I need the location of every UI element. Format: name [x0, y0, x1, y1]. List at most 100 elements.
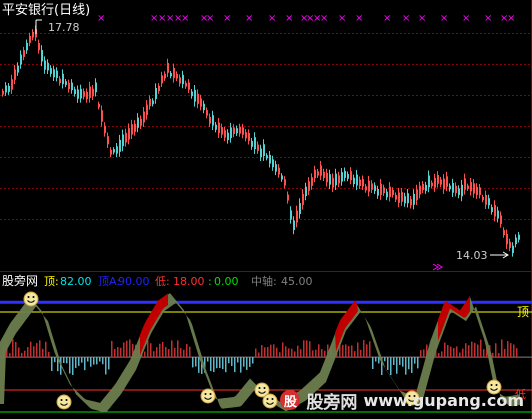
histogram-bar — [294, 351, 296, 358]
candle-body — [101, 110, 103, 122]
candle-body — [161, 75, 163, 84]
candle-body — [158, 85, 160, 92]
legend-ding-label: 顶: — [44, 275, 59, 288]
candle-body — [464, 178, 466, 190]
histogram-bar — [441, 351, 443, 358]
candle-body — [296, 210, 298, 223]
histogram-bar — [78, 357, 80, 366]
candle-body — [509, 241, 511, 249]
candle-body — [230, 127, 232, 139]
legend-ding-a: 顶A: 90.00 — [98, 275, 150, 288]
histogram-bar — [315, 349, 317, 358]
histogram-bar — [423, 349, 425, 358]
histogram-bar — [411, 357, 413, 373]
sell-marker: × — [268, 13, 276, 24]
histogram-bar — [450, 346, 452, 358]
histogram-bar — [354, 351, 356, 358]
candle-body — [512, 245, 514, 254]
candle-body — [146, 104, 148, 116]
histogram-bar — [399, 357, 401, 365]
candle-body — [290, 210, 292, 220]
candle-body — [254, 137, 256, 150]
histogram-bar — [105, 357, 107, 375]
histogram-bar — [351, 345, 353, 358]
histogram-bar — [300, 349, 302, 358]
candle-body — [143, 111, 145, 123]
candle-body — [419, 185, 421, 195]
histogram-bar — [492, 352, 494, 358]
sell-marker: × — [484, 13, 492, 24]
candle-body — [320, 165, 322, 176]
histogram-bar — [273, 344, 275, 358]
sell-marker: × — [223, 13, 231, 24]
candle-body — [38, 42, 40, 51]
histogram-bar — [75, 357, 77, 369]
candle-body — [359, 179, 361, 187]
histogram-bar — [156, 347, 158, 358]
candle-body — [20, 54, 22, 65]
candle-body — [302, 193, 304, 205]
histogram-bar — [249, 357, 251, 367]
low-price-label: 14.03 — [456, 249, 488, 262]
candle-body — [350, 171, 352, 181]
histogram-bar — [510, 343, 512, 358]
candle-body — [92, 88, 94, 97]
histogram-bar — [393, 357, 395, 365]
histogram-bar — [72, 357, 74, 375]
histogram-bar — [498, 353, 500, 358]
candle-body — [488, 198, 490, 206]
candle-body — [452, 182, 454, 193]
candle-body — [422, 183, 424, 191]
histogram-bar — [24, 350, 26, 358]
histogram-bar — [357, 342, 359, 358]
histogram-bar — [363, 340, 365, 358]
candle-body — [404, 196, 406, 204]
scroll-right-icon[interactable] — [432, 263, 443, 271]
histogram-bar — [342, 344, 344, 358]
histogram-bar — [267, 347, 269, 358]
histogram-bar — [123, 342, 125, 358]
candle-body — [185, 82, 187, 87]
histogram-bar — [33, 346, 35, 358]
candle-body — [14, 69, 16, 80]
histogram-bar — [276, 347, 278, 358]
histogram-bar — [309, 341, 311, 358]
legend-ding: 顶: 82.00 — [44, 275, 92, 288]
candle-body — [449, 185, 451, 190]
candle-body — [251, 140, 253, 147]
histogram-bar — [36, 343, 38, 358]
legend-zero-label: : — [208, 275, 212, 288]
candle-body — [257, 144, 259, 151]
histogram-bar — [150, 343, 152, 358]
histogram-bar — [387, 357, 389, 371]
candle-body — [182, 74, 184, 85]
sell-marker: × — [206, 13, 214, 24]
histogram-bar — [126, 340, 128, 358]
histogram-bar — [99, 357, 101, 362]
sell-marker: × — [320, 13, 328, 24]
histogram-bar — [471, 341, 473, 358]
candle-body — [305, 186, 307, 197]
sell-marker: × — [245, 13, 253, 24]
histogram-bar — [81, 357, 83, 363]
histogram-bar — [183, 349, 185, 358]
high-price-label: 17.78 — [48, 21, 80, 34]
top-side-label: 顶 — [517, 305, 529, 319]
legend-di-value: 18.00 — [173, 275, 205, 288]
histogram-bar — [168, 349, 170, 358]
candle-body — [434, 178, 436, 188]
candle-body — [476, 186, 478, 196]
candle-body — [152, 100, 154, 105]
candle-body — [233, 127, 235, 135]
candle-body — [272, 159, 274, 168]
candle-body — [122, 134, 124, 147]
candle-body — [362, 179, 364, 187]
histogram-bar — [27, 347, 29, 358]
candle-body — [188, 82, 190, 90]
histogram-bar — [210, 357, 212, 372]
candle-body — [194, 89, 196, 102]
histogram-bar — [456, 346, 458, 358]
legend-di: 低: 18.00 — [155, 275, 205, 288]
watermark-logo-icon: 股 — [280, 390, 301, 410]
histogram-bar — [366, 344, 368, 358]
